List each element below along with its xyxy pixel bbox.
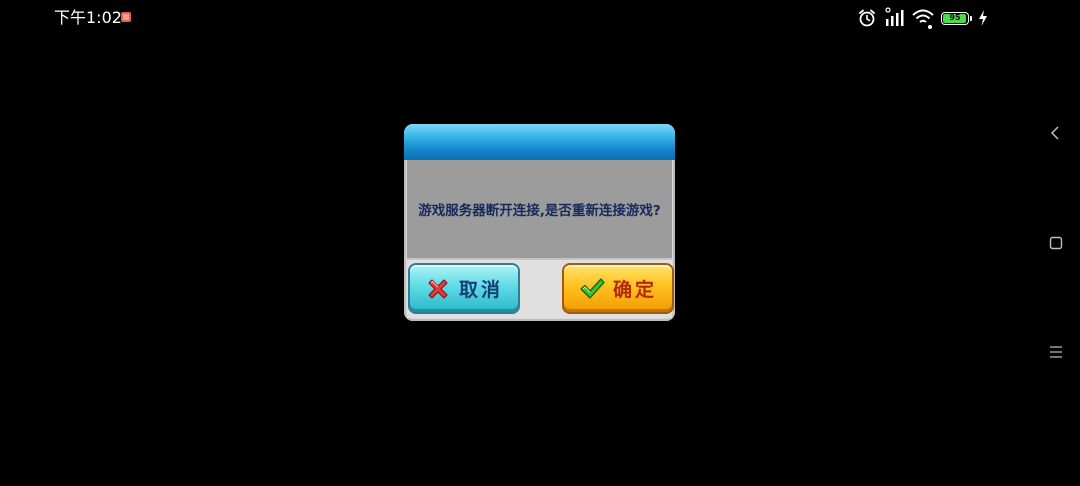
alarm-icon xyxy=(859,9,875,27)
battery-level: 95 xyxy=(949,12,961,22)
status-time: 下午1:02 xyxy=(54,8,122,27)
close-icon xyxy=(428,278,448,299)
screen: 下午1:02 95 游戏服务器断开连接,是否重新连接游戏? 取消 确定 xyxy=(0,0,1080,486)
signal-icon xyxy=(885,7,904,26)
home-icon[interactable] xyxy=(1048,235,1064,251)
dialog-header xyxy=(404,124,675,160)
battery-body: 95 xyxy=(941,11,969,25)
battery-tip xyxy=(970,15,972,21)
recents-icon[interactable] xyxy=(1048,344,1064,360)
wifi-icon xyxy=(912,9,934,29)
dialog-message: 游戏服务器断开连接,是否重新连接游戏? xyxy=(418,203,661,219)
dialog-body: 游戏服务器断开连接,是否重新连接游戏? xyxy=(407,160,672,260)
notification-icon xyxy=(121,12,131,22)
cancel-button[interactable]: 取消 xyxy=(408,263,520,314)
checkmark-icon xyxy=(580,277,605,299)
cancel-label: 取消 xyxy=(458,279,503,301)
dialog-footer: 取消 确定 xyxy=(407,260,674,318)
back-icon[interactable] xyxy=(1048,125,1064,141)
battery-icon: 95 xyxy=(941,11,972,25)
charging-icon xyxy=(979,10,987,26)
confirm-button[interactable]: 确定 xyxy=(562,263,674,314)
confirm-label: 确定 xyxy=(612,279,657,301)
status-icons: 95 xyxy=(857,6,988,30)
reconnect-dialog: 游戏服务器断开连接,是否重新连接游戏? 取消 确定 xyxy=(404,124,675,321)
